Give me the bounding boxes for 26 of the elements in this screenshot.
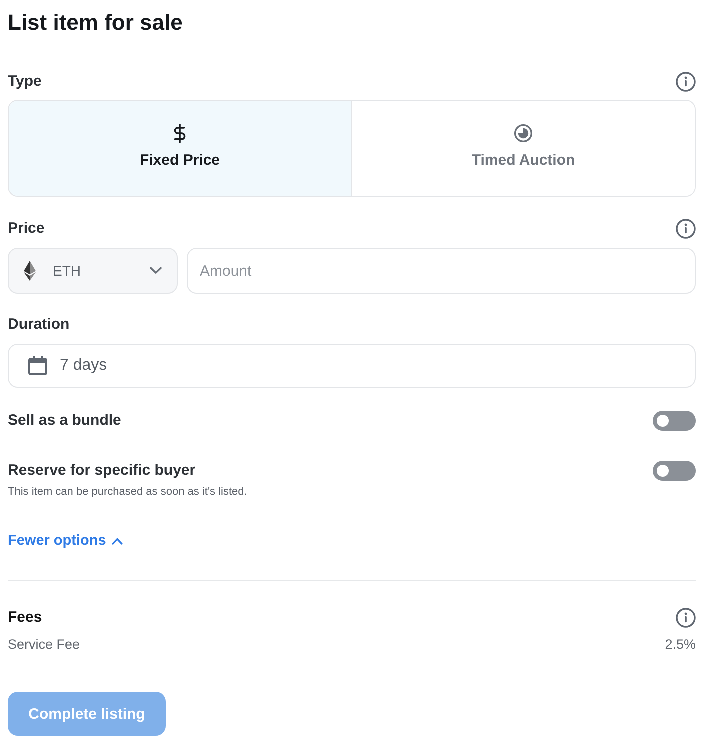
option-label: Sell as a bundle xyxy=(8,411,122,431)
fewer-options-link[interactable]: Fewer options xyxy=(8,531,124,551)
amount-field[interactable]: Amount xyxy=(187,248,696,294)
ether-icon xyxy=(24,261,36,281)
section-label: Fees xyxy=(8,608,42,628)
chevron-down-icon xyxy=(150,267,162,275)
toggle-switch[interactable] xyxy=(653,461,696,481)
info-icon[interactable] xyxy=(676,219,696,239)
calendar-icon xyxy=(28,356,48,376)
section-label: Type xyxy=(8,72,42,92)
page-title: List item for sale xyxy=(8,9,183,37)
info-icon[interactable] xyxy=(676,72,696,92)
fee-label: Service Fee xyxy=(8,636,80,654)
fee-value: 2.5% xyxy=(665,636,696,654)
timer-icon xyxy=(514,124,533,143)
currency-select[interactable]: ETH xyxy=(8,248,178,294)
section-label: Duration xyxy=(8,315,70,335)
option-label: Reserve for specific buyer xyxy=(8,461,196,481)
option-note: This item can be purchased as soon as it's listed. xyxy=(8,485,248,500)
dollar-icon xyxy=(174,124,186,143)
listing-type-option[interactable]: Fixed Price xyxy=(9,101,352,196)
toggle-switch[interactable] xyxy=(653,411,696,431)
info-icon[interactable] xyxy=(676,608,696,628)
duration-field[interactable]: 7 days xyxy=(8,344,696,388)
chevron-up-icon xyxy=(112,538,124,544)
section-label: Price xyxy=(8,219,45,239)
